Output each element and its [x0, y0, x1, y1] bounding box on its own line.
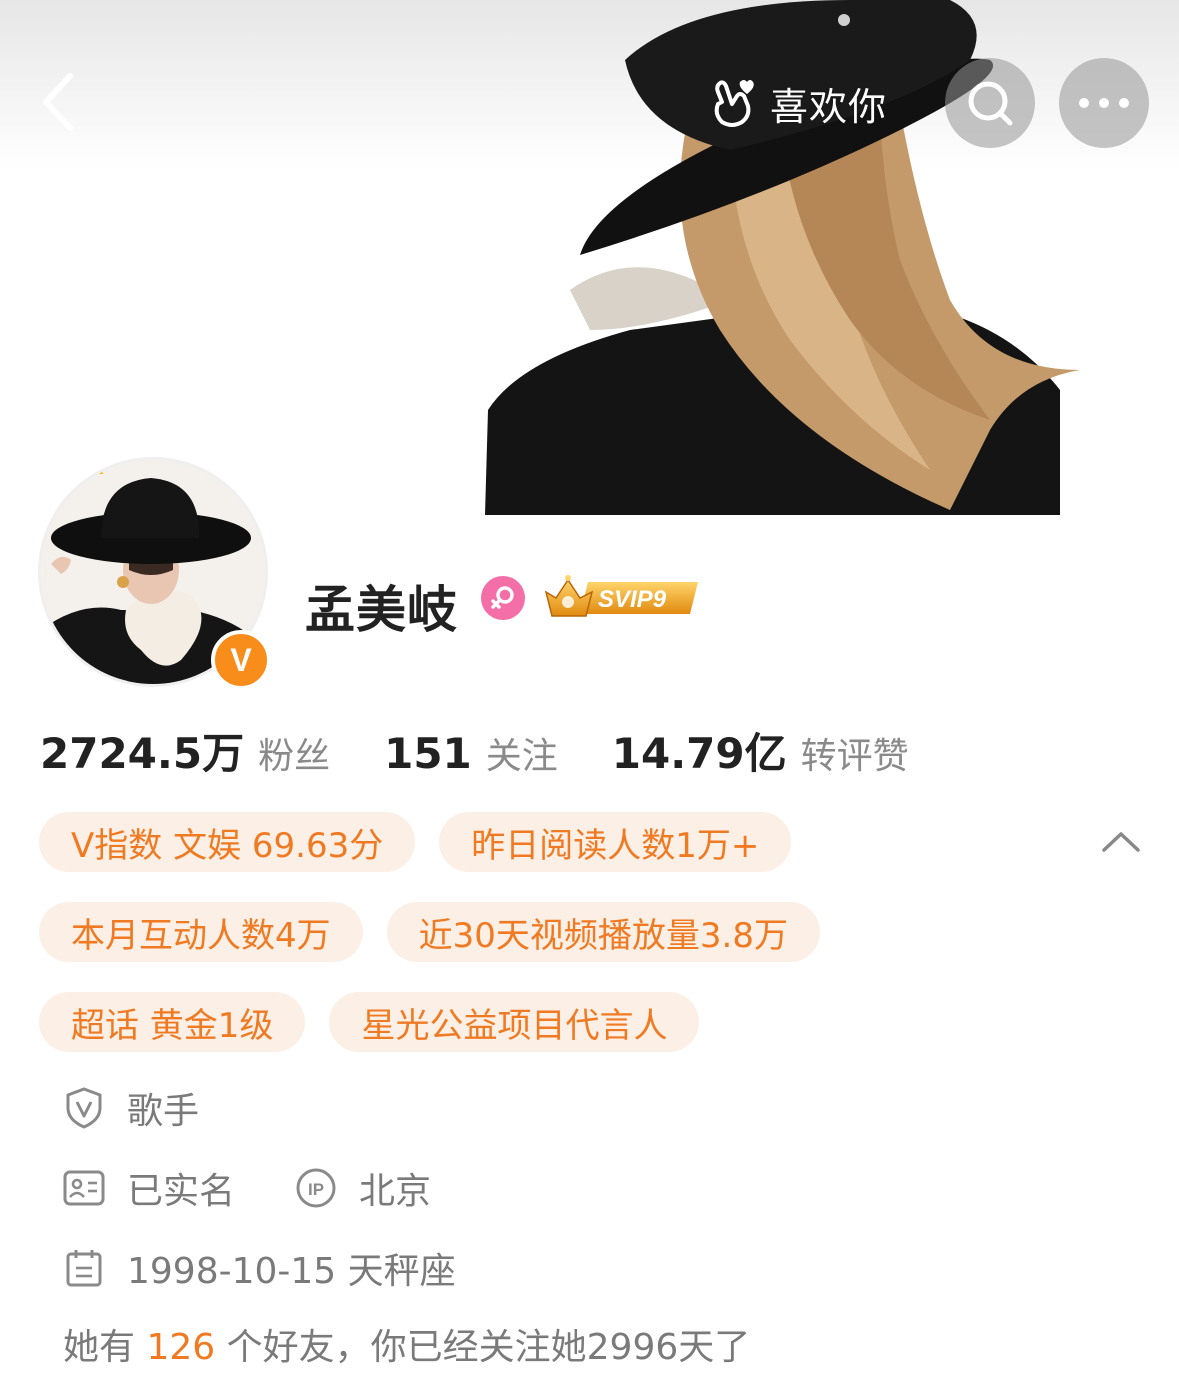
female-gender-icon: [481, 576, 525, 620]
tag-video-plays[interactable]: 近30天视频播放量3.8万: [386, 902, 820, 962]
follow-days: 2996: [586, 1327, 679, 1368]
verified-badge: V: [211, 630, 271, 690]
tag-row-3: 超话 黄金1级 星光公益项目代言人: [39, 992, 700, 1052]
search-button[interactable]: [945, 58, 1035, 148]
svip-badge[interactable]: SVIP9: [540, 572, 700, 620]
followers-stat[interactable]: 2724.5万 粉丝: [40, 720, 330, 781]
engagement-stat[interactable]: 14.79亿 转评赞: [612, 720, 909, 781]
profile-name: 孟美岐: [305, 581, 458, 639]
ip-icon: IP: [295, 1167, 337, 1209]
search-icon: [968, 81, 1013, 126]
follow-days-suffix: 天了: [678, 1327, 751, 1368]
tag-row-2: 本月互动人数4万 近30天视频播放量3.8万: [39, 902, 820, 962]
friends-summary[interactable]: 她有 126 个好友，你已经关注她2996天了: [63, 1318, 750, 1370]
ip-location-text: 北京: [359, 1171, 432, 1212]
friends-count: 126: [146, 1327, 216, 1368]
occupation-row: 歌手: [63, 1082, 199, 1134]
friends-prefix: 她有: [63, 1327, 136, 1368]
tag-v-index[interactable]: V指数 文娱 69.63分: [39, 812, 416, 872]
stats-row: 2724.5万 粉丝 151 关注 14.79亿 转评赞: [40, 720, 963, 780]
birthday-text: 1998-10-15 天秤座: [127, 1251, 456, 1292]
occupation-text: 歌手: [127, 1091, 200, 1132]
hand-heart-icon: [714, 80, 754, 127]
tag-monthly-interactions[interactable]: 本月互动人数4万: [39, 902, 363, 962]
chevron-up-icon[interactable]: [1098, 820, 1144, 866]
svg-text:IP: IP: [308, 1180, 324, 1199]
tag-charity-ambassador[interactable]: 星光公益项目代言人: [329, 992, 700, 1052]
ip-location: IP 北京: [295, 1162, 431, 1214]
back-button[interactable]: [28, 70, 88, 134]
identity-row: 已实名 IP 北京: [63, 1162, 431, 1214]
top-nav-bar: 喜欢你: [0, 0, 1179, 200]
following-stat[interactable]: 151 关注: [384, 727, 558, 779]
tag-super-topic[interactable]: 超话 黄金1级: [39, 992, 306, 1052]
following-label: 关注: [485, 736, 558, 777]
calendar-icon: [63, 1247, 105, 1289]
back-arrow-icon: [43, 73, 73, 131]
more-icon: [1079, 98, 1129, 108]
tag-yesterday-readers[interactable]: 昨日阅读人数1万+: [439, 812, 792, 872]
id-card-icon: [63, 1167, 105, 1209]
engagement-count: 14.79亿: [611, 729, 787, 778]
birthday-row: 1998-10-15 天秤座: [63, 1242, 456, 1294]
svip-label: SVIP9: [598, 586, 667, 613]
followers-label: 粉丝: [258, 736, 331, 777]
like-you-button[interactable]: 喜欢你: [690, 58, 920, 148]
engagement-label: 转评赞: [800, 736, 909, 777]
friends-suffix: 个好友，你已经关注她: [226, 1327, 587, 1368]
like-you-label: 喜欢你: [770, 84, 888, 129]
realname-text: 已实名: [127, 1171, 236, 1212]
shield-v-icon: [63, 1087, 105, 1129]
svip-crown-icon: SVIP9: [544, 575, 698, 617]
followers-count: 2724.5万: [40, 729, 245, 778]
more-options-button[interactable]: [1059, 58, 1149, 148]
tag-row-1: V指数 文娱 69.63分 昨日阅读人数1万+: [39, 812, 792, 872]
following-count: 151: [384, 729, 472, 778]
